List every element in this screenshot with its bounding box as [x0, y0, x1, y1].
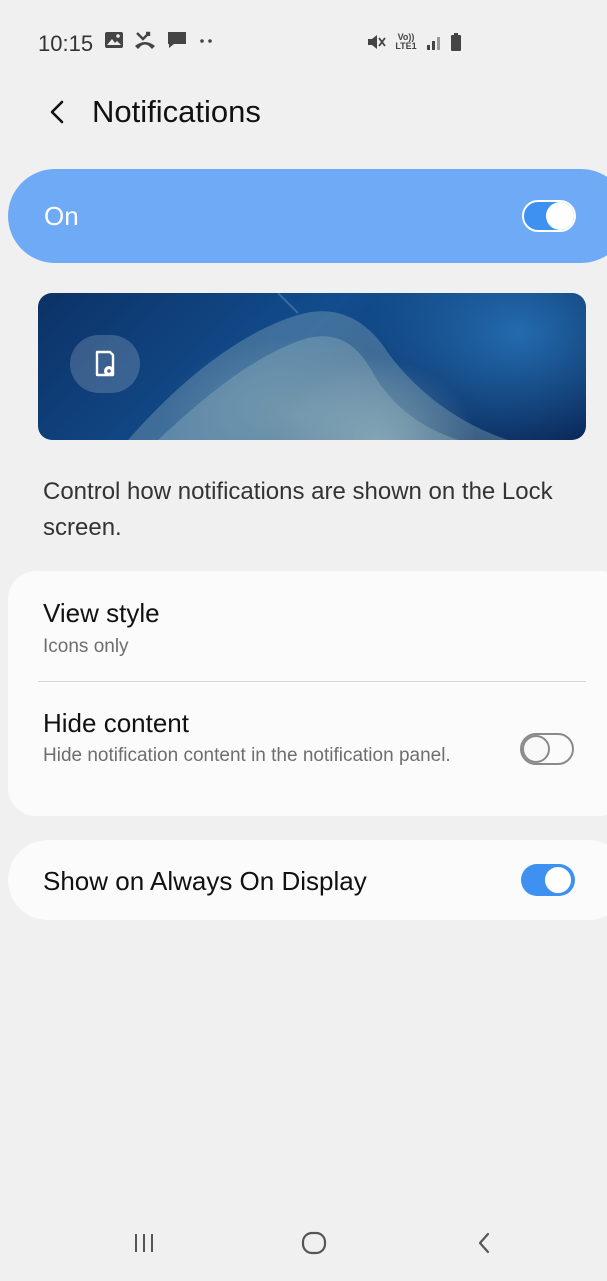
recents-icon	[135, 1234, 153, 1252]
hide-content-title: Hide content	[43, 708, 189, 738]
message-icon	[168, 32, 186, 48]
settings-card: View style Icons only Hide content Hide …	[8, 571, 607, 816]
volte-lte-icon: Vo)) LTE1	[395, 32, 417, 51]
recents-button[interactable]	[132, 1228, 156, 1263]
header: Notifications	[0, 80, 607, 144]
status-icons-right: Vo)) LTE1	[366, 32, 462, 52]
lockscreen-description: Control how notifications are shown on t…	[43, 478, 553, 541]
home-icon	[301, 1231, 327, 1255]
view-style-value: Icons only	[43, 636, 129, 657]
more-dots-icon	[200, 39, 212, 43]
lockscreen-settings-button[interactable]	[70, 335, 140, 393]
always-on-display-row[interactable]: Show on Always On Display	[8, 840, 607, 920]
lockscreen-settings-icon	[95, 350, 115, 377]
always-on-display-title: Show on Always On Display	[43, 866, 367, 896]
master-switch-row[interactable]: On	[8, 169, 607, 263]
back-button[interactable]	[40, 92, 74, 132]
toggle-knob	[522, 735, 550, 763]
hide-content-toggle[interactable]	[520, 733, 574, 765]
view-style-row[interactable]: View style Icons only	[8, 571, 607, 681]
home-button[interactable]	[300, 1228, 328, 1263]
toggle-knob	[543, 865, 573, 895]
hide-content-row[interactable]: Hide content Hide notification content i…	[8, 682, 607, 816]
view-style-title: View style	[43, 598, 160, 628]
chevron-left-icon	[50, 100, 64, 124]
image-icon	[105, 32, 123, 48]
status-icons-left	[104, 30, 214, 50]
battery-icon	[451, 33, 461, 51]
signal-icon	[427, 37, 440, 50]
missed-call-icon	[135, 31, 155, 49]
status-time: 10:15	[38, 31, 94, 56]
status-bar: 10:15 Vo)) LTE1	[0, 0, 607, 90]
page-title: Notifications	[92, 94, 261, 129]
hide-content-subtitle: Hide notification content in the notific…	[43, 745, 451, 766]
nav-back-button[interactable]	[472, 1228, 496, 1263]
master-switch-toggle[interactable]	[522, 200, 576, 232]
toggle-knob	[546, 202, 574, 230]
back-icon	[478, 1232, 490, 1254]
mute-icon	[368, 35, 386, 49]
always-on-display-toggle[interactable]	[521, 864, 575, 896]
master-switch-label: On	[44, 201, 79, 231]
navigation-bar	[0, 1210, 607, 1281]
lockscreen-preview	[38, 293, 586, 440]
